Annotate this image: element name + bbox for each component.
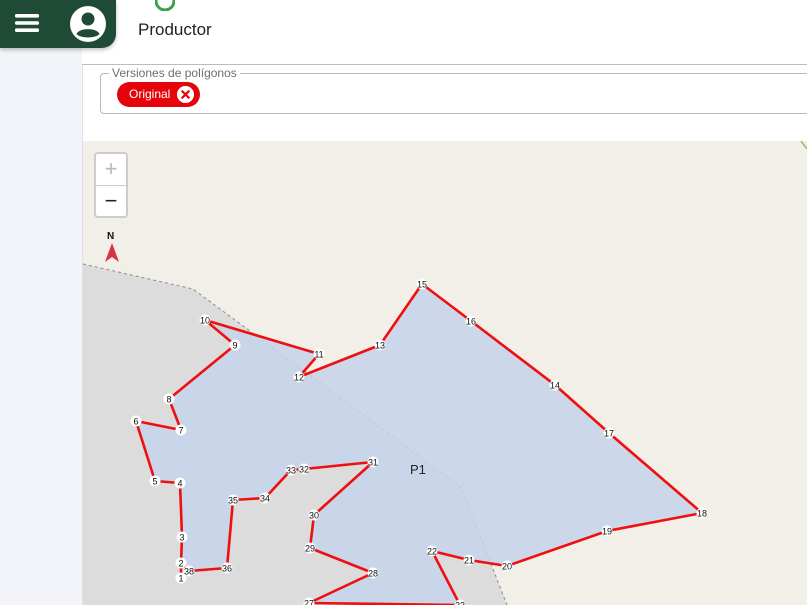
vertex-label: 30 — [309, 510, 319, 520]
vertex-label: 27 — [304, 598, 314, 605]
map-view[interactable]: 1234567891011121314151617181920212223272… — [83, 141, 807, 605]
vertex-label: 6 — [133, 416, 138, 426]
hamburger-menu-icon[interactable] — [11, 9, 43, 37]
vertex-label: 8 — [166, 394, 171, 404]
top-header: Productor — [82, 0, 807, 65]
vertex-marker: 36 — [221, 562, 233, 574]
version-chip-original[interactable]: Original — [117, 82, 201, 107]
vertex-marker: 27 — [303, 597, 315, 605]
chip-label: Original — [129, 87, 171, 101]
vertex-marker: 19 — [601, 525, 613, 537]
vertex-marker: 18 — [696, 507, 708, 519]
vertex-label: 36 — [222, 563, 232, 573]
vertex-marker: 8 — [163, 393, 175, 405]
vertex-label: 18 — [697, 508, 707, 518]
sidebar — [0, 0, 83, 605]
vertex-marker: 33 — [285, 464, 297, 476]
vertex-label: 19 — [602, 526, 612, 536]
vertex-label: 10 — [200, 315, 210, 325]
vertex-marker: 16 — [465, 315, 477, 327]
vertex-label: 3 — [179, 532, 184, 542]
polygon-label: P1 — [410, 462, 426, 477]
vertex-marker: 38 — [183, 565, 195, 577]
vertex-label: 5 — [152, 476, 157, 486]
map-canvas[interactable]: 1234567891011121314151617181920212223272… — [83, 141, 807, 605]
vertex-label: 1 — [178, 573, 183, 583]
account-circle-icon[interactable] — [68, 4, 108, 44]
app-logo-icon — [155, 0, 175, 11]
vertex-marker: 23 — [454, 599, 466, 605]
vertex-marker: 15 — [416, 278, 428, 290]
map-edge-mark — [800, 141, 807, 150]
vertex-label: 13 — [375, 340, 385, 350]
vertex-label: 35 — [228, 495, 238, 505]
north-arrow: N — [101, 229, 123, 265]
vertex-marker: 9 — [229, 339, 241, 351]
polygon-p1-shape[interactable] — [134, 282, 704, 605]
vertex-marker: 12 — [293, 371, 305, 383]
north-label: N — [107, 231, 115, 242]
vertex-marker: 17 — [603, 427, 615, 439]
vertex-marker: 31 — [367, 456, 379, 468]
vertex-label: 11 — [314, 349, 323, 359]
close-circle-icon[interactable] — [177, 86, 195, 103]
vertex-label: 21 — [464, 555, 474, 565]
vertex-marker: 29 — [304, 542, 316, 554]
vertex-marker: 21 — [463, 554, 475, 566]
vertex-marker: 14 — [549, 379, 561, 391]
vertex-label: 22 — [427, 546, 437, 556]
north-arrow-icon — [105, 243, 119, 262]
polygon-versions-filter: Versiones de polígonos Original — [100, 66, 807, 114]
vertex-marker: 32 — [298, 463, 310, 475]
vertex-label: 17 — [604, 428, 614, 438]
vertex-marker: 7 — [175, 424, 187, 436]
zoom-in-button[interactable]: + — [96, 154, 126, 186]
vertex-label: 4 — [177, 478, 182, 488]
vertex-label: 14 — [550, 380, 560, 390]
vertex-label: 15 — [417, 279, 427, 289]
vertex-label: 16 — [466, 316, 476, 326]
vertex-label: 23 — [455, 600, 465, 605]
vertex-marker: 28 — [367, 567, 379, 579]
vertex-marker: 10 — [199, 314, 211, 326]
vertex-label: 7 — [178, 425, 183, 435]
vertex-marker: 34 — [259, 492, 271, 504]
vertex-label: 28 — [368, 568, 378, 578]
vertex-label: 38 — [184, 566, 194, 576]
vertex-label: 9 — [232, 340, 237, 350]
vertex-marker: 22 — [426, 545, 438, 557]
zoom-control: + − — [94, 152, 128, 218]
vertex-label: 2 — [178, 558, 183, 568]
vertex-label: 12 — [294, 372, 304, 382]
vertex-marker: 30 — [308, 509, 320, 521]
vertex-marker: 35 — [227, 494, 239, 506]
polygon-p1[interactable] — [134, 282, 704, 605]
vertex-label: 33 — [286, 465, 296, 475]
vertex-marker: 13 — [374, 339, 386, 351]
vertex-marker: 5 — [149, 475, 161, 487]
page-title: Productor — [138, 20, 212, 39]
vertex-label: 32 — [299, 464, 309, 474]
vertex-marker: 4 — [174, 477, 186, 489]
vertex-label: 29 — [305, 543, 315, 553]
zoom-out-button[interactable]: − — [96, 186, 126, 216]
vertex-label: 31 — [368, 457, 378, 467]
vertex-label: 20 — [502, 561, 512, 571]
filter-legend: Versiones de polígonos — [109, 66, 240, 80]
vertex-marker: 11 — [313, 348, 325, 360]
app-badge — [0, 0, 116, 48]
vertex-label: 34 — [260, 493, 270, 503]
vertex-marker: 6 — [130, 415, 142, 427]
vertex-marker: 3 — [176, 531, 188, 543]
vertex-marker: 20 — [501, 560, 513, 572]
